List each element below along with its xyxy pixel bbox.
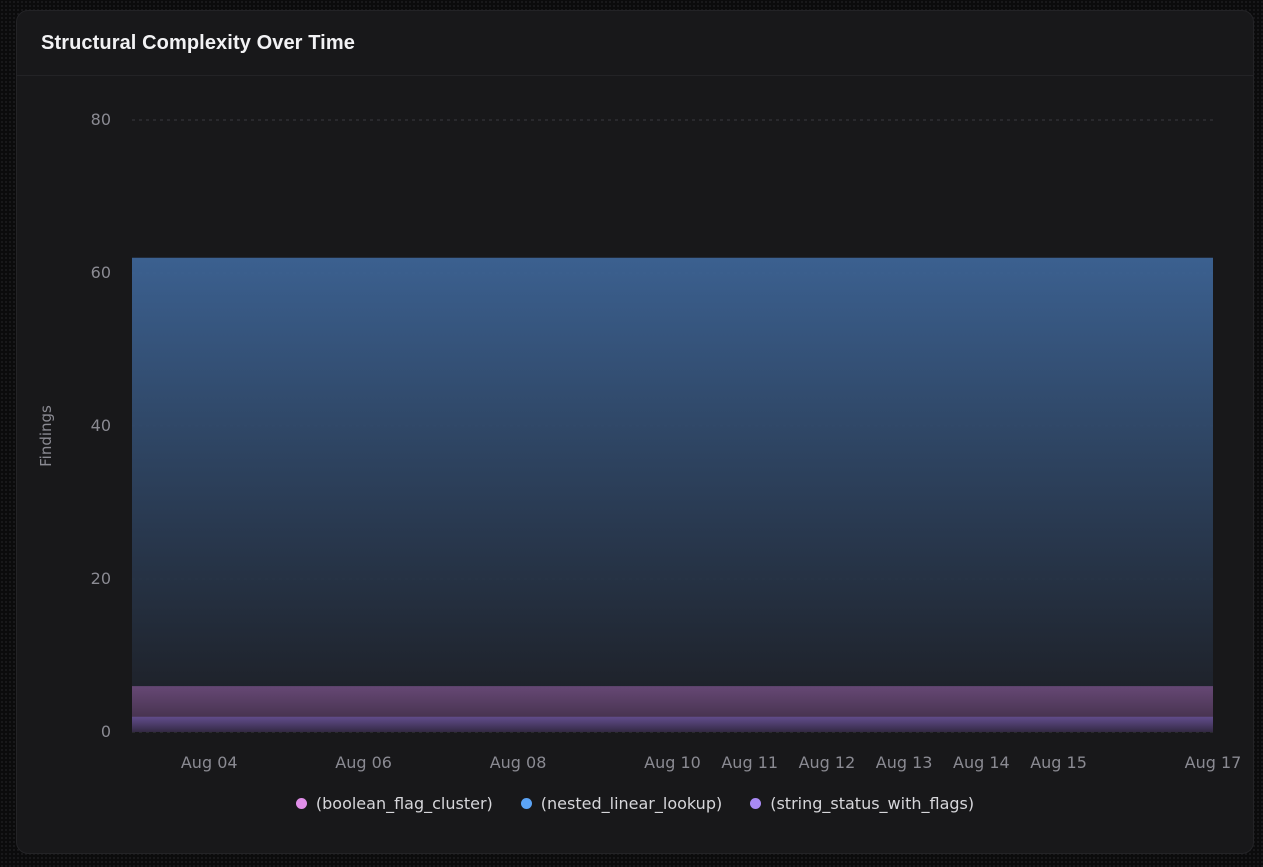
series-area: [132, 257, 1213, 732]
x-tick-label: Aug 15: [1030, 753, 1087, 772]
x-tick-label: Aug 04: [181, 753, 238, 772]
y-tick-label: 20: [91, 569, 111, 588]
x-tick-label: Aug 17: [1185, 753, 1242, 772]
x-tick-label: Aug 08: [490, 753, 547, 772]
chart-legend: (boolean_flag_cluster) (nested_linear_loo…: [17, 794, 1253, 813]
y-axis-label: Findings: [37, 405, 55, 467]
y-tick-label: 40: [91, 416, 111, 435]
x-tick-label: Aug 12: [799, 753, 856, 772]
x-tick-label: Aug 06: [335, 753, 392, 772]
chart-card: Structural Complexity Over Time 0 20 40 …: [16, 10, 1254, 854]
x-tick-label: Aug 10: [644, 753, 701, 772]
legend-item[interactable]: (nested_linear_lookup): [520, 794, 723, 813]
legend-dot-icon: [295, 798, 307, 809]
legend-label: (string_status_with_flags): [770, 794, 975, 813]
y-tick-label: 0: [101, 722, 111, 741]
series-area: [132, 716, 1213, 732]
x-tick-label: Aug 13: [876, 753, 933, 772]
legend-label: (nested_linear_lookup): [540, 794, 723, 813]
legend-dot-icon: [520, 798, 532, 809]
legend-item[interactable]: (boolean_flag_cluster): [295, 794, 493, 813]
legend-dot-icon: [750, 798, 762, 809]
x-tick-label: Aug 14: [953, 753, 1010, 772]
area-chart: 0 20 40 60 80 Aug 04 Aug 06 Aug 08 Aug 10 Aug 11 A…: [37, 110, 1242, 772]
area-layer: [132, 257, 1213, 732]
legend-label: (boolean_flag_cluster): [315, 794, 493, 813]
y-tick-label: 80: [91, 110, 111, 129]
legend-item[interactable]: (string_status_with_flags): [750, 794, 974, 813]
x-tick-label: Aug 11: [721, 753, 778, 772]
y-tick-label: 60: [91, 263, 111, 282]
